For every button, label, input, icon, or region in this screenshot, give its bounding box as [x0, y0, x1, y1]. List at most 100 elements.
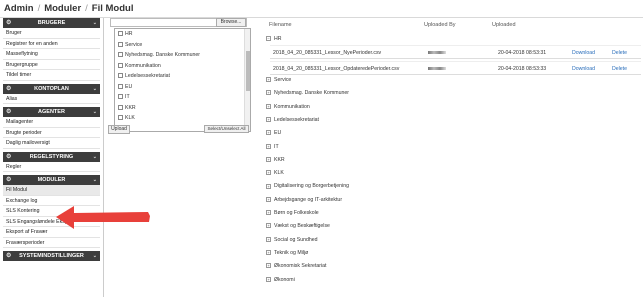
collapse-icon[interactable]: −	[266, 36, 271, 42]
checklist-item[interactable]: Service	[115, 40, 250, 51]
chevron-down-icon[interactable]: ⌄	[93, 152, 97, 162]
download-link[interactable]: Download	[572, 50, 595, 56]
sidebar-item[interactable]: Fraværsperioder	[3, 237, 100, 248]
group-label: Digitalisering og Borgerbetjening	[274, 183, 349, 190]
checklist-item[interactable]: EU	[115, 82, 250, 93]
section-title: REGELSTYRING	[29, 153, 74, 160]
uploaded-date: 20-04-2018 08:53:31	[498, 50, 547, 56]
section-kontoplan[interactable]: ⚙ KONTOPLAN ⌄	[3, 83, 100, 94]
delete-link[interactable]: Delete	[612, 50, 627, 56]
checkbox[interactable]	[118, 31, 123, 37]
group-row[interactable]: + Økonomi	[266, 275, 295, 285]
checkbox[interactable]	[118, 73, 123, 79]
expand-icon[interactable]: +	[266, 236, 271, 242]
sidebar-item[interactable]: Registrer for en anden	[3, 38, 100, 49]
scroll-thumb[interactable]	[246, 51, 250, 91]
checkbox[interactable]	[118, 115, 123, 121]
sidebar-item[interactable]: Brugergruppe	[3, 59, 100, 70]
select-all-button[interactable]: Select/Unselect All	[204, 125, 249, 133]
sidebar-item[interactable]: Alias	[3, 93, 100, 104]
group-row[interactable]: + Arbejdsgange og IT-arkitektur	[266, 195, 342, 205]
group-row[interactable]: + EU	[266, 128, 281, 138]
group-row[interactable]: + KKR	[266, 155, 285, 165]
expand-icon[interactable]: +	[266, 143, 271, 149]
chevron-down-icon[interactable]: ⌄	[93, 107, 97, 117]
group-label: Ledelsessekretariat	[274, 116, 319, 123]
section-moduler[interactable]: ⚙ MODULER ⌄	[3, 175, 100, 185]
browse-button[interactable]: Browse...	[216, 18, 246, 27]
sidebar: ⚙ BRUGERE ⌄ Bruger Registrer for en anden Mas…	[0, 18, 104, 297]
file-input[interactable]: Browse...	[110, 18, 247, 27]
checkbox[interactable]	[118, 104, 123, 110]
checklist-item[interactable]: KLK	[115, 113, 250, 124]
sidebar-item[interactable]: Tildel timer	[3, 70, 100, 81]
group-row[interactable]: + Social og Sundhed	[266, 235, 318, 245]
checklist-scrollbar[interactable]	[244, 29, 250, 131]
checkbox[interactable]	[118, 83, 123, 89]
col-uploaded: Uploaded	[492, 22, 516, 28]
breadcrumb-moduler[interactable]: Moduler	[44, 3, 81, 14]
chevron-down-icon[interactable]: ⌄	[93, 18, 97, 28]
expand-icon[interactable]: +	[266, 210, 271, 216]
expand-icon[interactable]: +	[266, 103, 271, 109]
expand-icon[interactable]: +	[266, 276, 271, 282]
group-row-hr[interactable]: − HR	[266, 34, 282, 44]
sidebar-item[interactable]: Mailagenter	[3, 117, 100, 128]
upload-button[interactable]: Upload	[108, 125, 130, 134]
group-row[interactable]: + Teknik og Miljø	[266, 248, 308, 258]
breadcrumb-admin[interactable]: Admin	[4, 3, 34, 14]
group-row[interactable]: + Vækst og Beskæftigelse	[266, 221, 330, 231]
group-row[interactable]: + KLK	[266, 168, 284, 178]
gear-icon: ⚙	[6, 153, 12, 160]
expand-icon[interactable]: +	[266, 250, 271, 256]
group-row[interactable]: + Kommunikation	[266, 102, 310, 112]
checkbox[interactable]	[118, 52, 123, 58]
delete-link[interactable]: Delete	[612, 66, 627, 72]
expand-icon[interactable]: +	[266, 196, 271, 202]
expand-icon[interactable]: +	[266, 130, 271, 136]
checklist-item[interactable]: KKR	[115, 103, 250, 114]
checklist-label: HR	[125, 31, 133, 37]
checklist-item[interactable]: IT	[115, 92, 250, 103]
checklist-item[interactable]: Nyhedsmag. Danske Kommuner	[115, 50, 250, 61]
expand-icon[interactable]: +	[266, 90, 271, 96]
upload-panel: Browse... HR Service Nyhedsmag. Danske Kom…	[107, 18, 252, 136]
sidebar-item[interactable]: Fil Modul	[3, 185, 100, 196]
checklist-item[interactable]: Kommunikation	[115, 61, 250, 72]
group-row[interactable]: + Ledelsessekretariat	[266, 115, 319, 125]
sidebar-item[interactable]: Daglig mailoversigt	[3, 138, 100, 149]
sidebar-item[interactable]: Regler	[3, 161, 100, 172]
group-row[interactable]: + Service	[266, 75, 291, 85]
chevron-down-icon[interactable]: ⌄	[93, 251, 97, 261]
sidebar-item[interactable]: Brugte perioder	[3, 127, 100, 138]
group-row[interactable]: + Børn og Folkeskole	[266, 208, 319, 218]
group-row[interactable]: + Økonomisk Sekretariat	[266, 261, 326, 271]
breadcrumb-fil-modul: Fil Modul	[91, 3, 134, 14]
uploaded-by	[428, 66, 446, 72]
checklist-item[interactable]: HR	[115, 29, 250, 40]
section-agenter[interactable]: ⚙ AGENTER ⌄	[3, 107, 100, 117]
expand-icon[interactable]: +	[266, 183, 271, 189]
chevron-down-icon[interactable]: ⌄	[93, 175, 97, 185]
chevron-down-icon[interactable]: ⌄	[93, 84, 97, 94]
checklist-item[interactable]: Ledelsessekretariat	[115, 71, 250, 82]
section-brugere[interactable]: ⚙ BRUGERE ⌄	[3, 18, 100, 28]
checklist-label: Nyhedsmag. Danske Kommuner	[125, 52, 200, 58]
expand-icon[interactable]: +	[266, 263, 271, 269]
checkbox[interactable]	[118, 94, 123, 100]
expand-icon[interactable]: +	[266, 170, 271, 176]
group-row[interactable]: + Nyhedsmag. Danske Kommuner	[266, 88, 349, 98]
checkbox[interactable]	[118, 62, 123, 68]
group-row[interactable]: + IT	[266, 142, 279, 152]
checkbox[interactable]	[118, 41, 123, 47]
sidebar-item[interactable]: Bruger	[3, 28, 100, 39]
expand-icon[interactable]: +	[266, 156, 271, 162]
sidebar-item[interactable]: Masseflytning	[3, 49, 100, 60]
group-row[interactable]: + Digitalisering og Borgerbetjening	[266, 181, 349, 191]
section-systemindstillinger[interactable]: ⚙ SYSTEMINDSTILLINGER ⌄	[3, 251, 100, 261]
download-link[interactable]: Download	[572, 66, 595, 72]
expand-icon[interactable]: +	[266, 77, 271, 83]
expand-icon[interactable]: +	[266, 223, 271, 229]
expand-icon[interactable]: +	[266, 117, 271, 123]
section-regelstyring[interactable]: ⚙ REGELSTYRING ⌄	[3, 151, 100, 162]
